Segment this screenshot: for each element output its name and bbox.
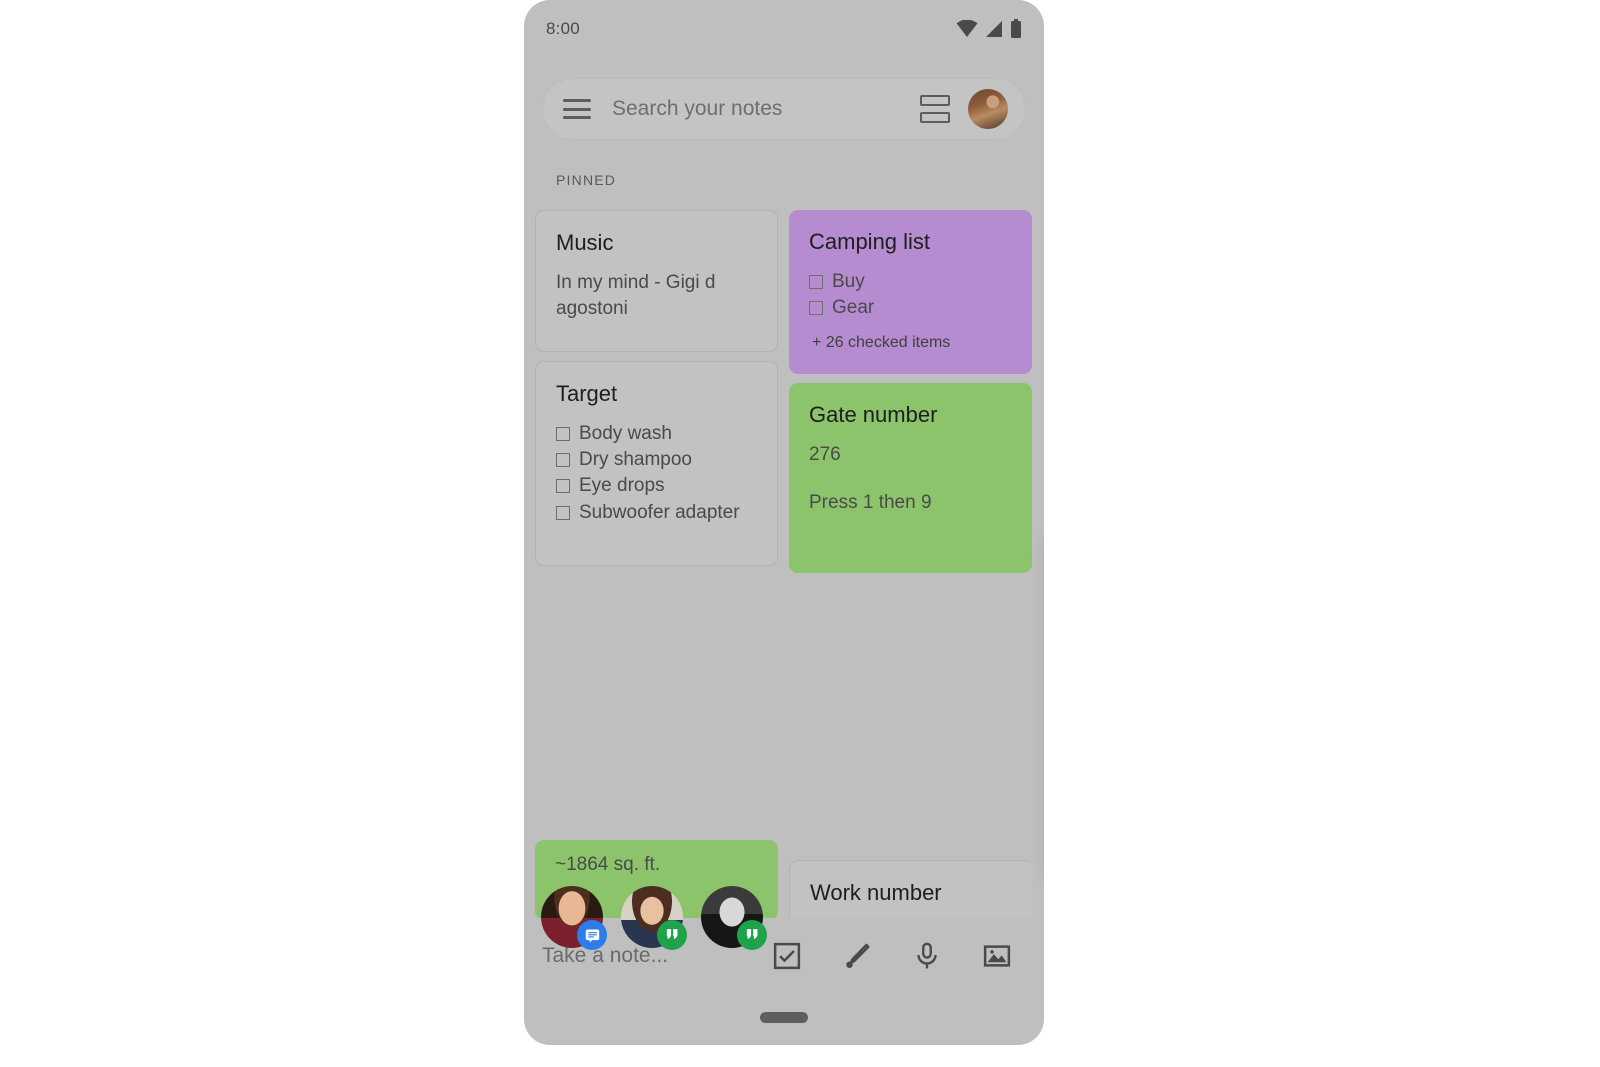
chat-head-1[interactable] (541, 886, 607, 950)
checkbox-icon[interactable] (556, 427, 570, 441)
note-body-line-1: 276 (809, 444, 841, 465)
new-drawing-icon[interactable] (842, 941, 872, 971)
cellular-signal-icon (986, 21, 1002, 37)
hamburger-menu-icon[interactable] (563, 99, 591, 119)
note-card-music[interactable]: Music In my mind - Gigi d agostoni (535, 210, 778, 352)
note-body: ~1864 sq. ft. (555, 854, 661, 875)
home-indicator[interactable] (760, 1012, 808, 1023)
checked-items-count[interactable]: + 26 checked items (812, 334, 1012, 352)
note-checklist-item[interactable]: Buy (809, 269, 1012, 295)
note-title: Music (556, 230, 614, 255)
hangouts-badge-icon (657, 920, 687, 950)
checklist-item-label: Dry shampoo (579, 449, 692, 471)
chat-head-2[interactable] (621, 886, 687, 950)
status-bar: 8:00 (524, 0, 1044, 58)
pinned-section-label: PINNED (556, 172, 617, 188)
note-checklist-item[interactable]: Subwoofer adapter (556, 500, 757, 526)
note-checklist-item[interactable]: Dry shampoo (556, 447, 757, 473)
battery-icon (1011, 19, 1021, 38)
checklist-item-label: Eye drops (579, 475, 665, 497)
checklist-item-label: Gear (832, 297, 875, 319)
note-card-target[interactable]: Target Body wash Dry shampoo Eye drops S… (535, 361, 778, 566)
note-creation-tools (772, 941, 1012, 971)
status-bar-time: 8:00 (546, 19, 580, 38)
checkbox-icon[interactable] (556, 505, 570, 520)
note-body-line-2: Press 1 then 9 (809, 491, 932, 513)
note-title: Target (556, 381, 618, 406)
hangouts-badge-icon (737, 920, 767, 950)
note-card-gate-number[interactable]: Gate number 276 Press 1 then 9 (789, 383, 1032, 573)
search-input[interactable]: Search your notes (612, 97, 920, 121)
checkbox-icon[interactable] (556, 453, 570, 468)
checkbox-icon[interactable] (809, 301, 823, 316)
checklist-item-label: Buy (832, 271, 865, 292)
checkbox-icon[interactable] (556, 479, 570, 494)
list-view-toggle-icon[interactable] (920, 95, 950, 123)
phone-screen: 8:00 Search your notes PINNED Music In m… (524, 0, 1044, 1045)
checklist-item-label: Body wash (579, 423, 672, 444)
messages-badge-icon (577, 920, 607, 950)
note-checklist-item[interactable]: Body wash (556, 421, 757, 447)
status-bar-icons (956, 19, 1022, 39)
note-body: In my mind - Gigi d agostoni (556, 272, 716, 319)
new-list-icon[interactable] (772, 941, 802, 971)
note-title: Work number (810, 880, 942, 905)
note-checklist-item[interactable]: Gear (809, 295, 1012, 321)
chat-head-3[interactable] (701, 886, 767, 950)
new-voice-note-icon[interactable] (912, 941, 942, 971)
chat-heads-row (541, 886, 767, 950)
account-avatar[interactable] (968, 89, 1008, 129)
checkbox-icon[interactable] (809, 275, 823, 289)
checklist-item-label: Subwoofer adapter (579, 501, 740, 523)
note-card-camping-list[interactable]: Camping list Buy Gear + 26 checked items (789, 210, 1032, 374)
note-checklist-item[interactable]: Eye drops (556, 473, 757, 499)
note-title: Gate number (809, 402, 938, 427)
search-bar[interactable]: Search your notes (542, 78, 1026, 140)
note-title: Camping list (809, 229, 931, 254)
new-image-note-icon[interactable] (982, 941, 1012, 971)
wifi-icon (956, 20, 978, 37)
